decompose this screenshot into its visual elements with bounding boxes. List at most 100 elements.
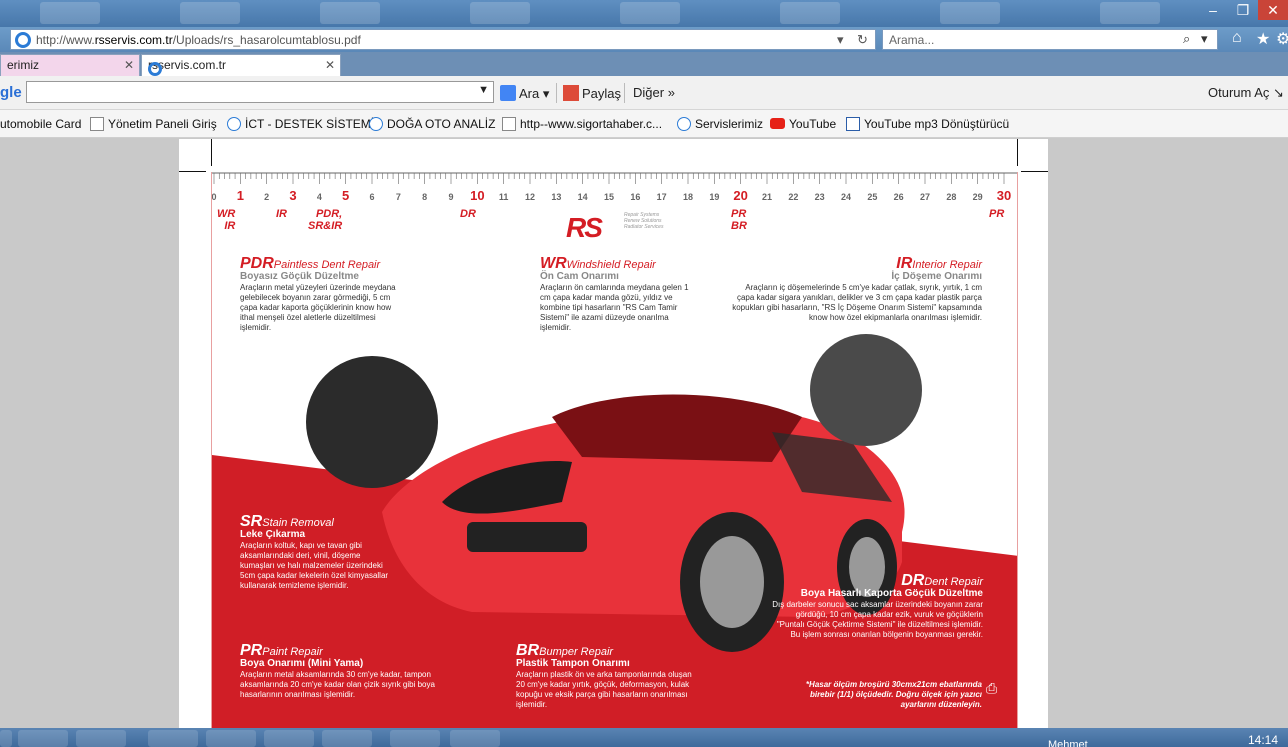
- ruler-label: 19: [709, 192, 720, 202]
- favorite-link[interactable]: YouTube mp3 Dönüştürücü: [846, 117, 1009, 131]
- favorite-link[interactable]: utomobile Card: [0, 117, 81, 131]
- service-dr: DRDent Repair Boya Hasarlı Kaporta Göçük…: [768, 573, 983, 640]
- favorite-link[interactable]: İCT - DESTEK SİSTEMİ: [227, 117, 374, 131]
- google-search-input[interactable]: ▼: [26, 81, 494, 103]
- service-description: Dış darbeler sonucu sac aksamlar üzerind…: [772, 600, 983, 639]
- crop-mark: [211, 139, 212, 166]
- marker-text: DR: [460, 208, 476, 220]
- refresh-icon[interactable]: ↻: [857, 32, 868, 48]
- sign-in-button[interactable]: Oturum Aç ↘: [1208, 85, 1284, 101]
- ruler-label: 17: [656, 192, 667, 202]
- marker-pr-br: PR BR: [731, 208, 747, 232]
- tab-label: erimiz: [7, 58, 39, 72]
- search-dropdown-icon[interactable]: ▾: [1201, 31, 1208, 47]
- ara-label: Ara: [519, 86, 540, 101]
- marker-text: PR BR: [731, 208, 747, 232]
- service-english: Interior Repair: [912, 259, 982, 271]
- ruler-label: 30: [996, 188, 1012, 203]
- tray-clock[interactable]: 14:14: [1248, 733, 1278, 747]
- favorite-label: YouTube: [789, 117, 837, 131]
- search-icon[interactable]: ⌕: [1183, 31, 1190, 47]
- service-description: Araçların koltuk, kapı ve tavan gibi aks…: [240, 541, 389, 590]
- favorites-star-icon[interactable]: ★: [1256, 29, 1270, 49]
- ruler-label: 23: [814, 192, 825, 202]
- diger-label: Diğer: [633, 85, 665, 100]
- service-turkish: Boyasız Göçük Düzeltme: [240, 271, 359, 282]
- tab-inactive[interactable]: erimiz ✕: [0, 54, 140, 76]
- ruler-label: 15: [603, 192, 615, 202]
- diger-button[interactable]: Diğer »: [633, 85, 675, 100]
- favorite-link[interactable]: Servislerimiz: [677, 117, 763, 131]
- word-taskbar-icon[interactable]: [264, 730, 314, 747]
- start-button[interactable]: [0, 730, 12, 747]
- service-description: Araçların plastik ön ve arka tamponların…: [516, 670, 692, 709]
- address-bar[interactable]: http://www.rsservis.com.tr/Uploads/rs_ha…: [10, 29, 876, 50]
- favorite-link[interactable]: DOĞA OTO ANALİZ: [369, 117, 495, 131]
- chrome-taskbar-icon[interactable]: [148, 730, 198, 747]
- ie-icon: [227, 117, 241, 131]
- favorite-link[interactable]: http--www.sigortahaber.c...: [502, 117, 662, 131]
- service-description: Araçların metal aksamlarında 30 cm'ye ka…: [240, 670, 435, 699]
- crop-mark: [1021, 171, 1048, 172]
- ruler-label: 1: [236, 188, 244, 203]
- ie-taskbar-icon[interactable]: [76, 730, 126, 747]
- address-url[interactable]: http://www.rsservis.com.tr/Uploads/rs_ha…: [36, 33, 361, 47]
- paylas-label: Paylaş: [582, 86, 622, 101]
- marker-pr: PR: [989, 208, 1004, 220]
- favorites-bar: utomobile Card Yönetim Paneli Giriş İCT …: [0, 110, 1288, 138]
- service-pr: PRPaint Repair Boya Onarımı (Mini Yama) …: [240, 643, 440, 700]
- favorite-link[interactable]: YouTube: [770, 117, 836, 131]
- desktop-icon-ghost: [40, 2, 100, 24]
- close-tab-icon[interactable]: ✕: [325, 58, 335, 72]
- page-icon: [502, 117, 516, 131]
- close-button[interactable]: ✕: [1258, 0, 1288, 20]
- ie-icon: [15, 32, 31, 48]
- search-box[interactable]: Arama... ⌕ ▾: [882, 29, 1218, 50]
- ie-favicon-icon: [148, 62, 162, 76]
- service-code: WR: [540, 255, 567, 272]
- url-prefix: http://www.: [36, 33, 95, 47]
- favorite-label: http--www.sigortahaber.c...: [520, 117, 663, 131]
- crop-mark: [1017, 139, 1018, 166]
- paylas-button[interactable]: Paylaş: [563, 85, 621, 101]
- ruler-label: 0: [211, 192, 217, 202]
- minimize-button[interactable]: –: [1198, 0, 1228, 20]
- ie-icon: [369, 117, 383, 131]
- pdf-viewport[interactable]: 0 1 2 3 4 5 6 7 8 9 10 11 12 13 14 15 16 17 18 19 20 21 22 23 24…: [0, 139, 1288, 728]
- dropdown-arrow-icon[interactable]: ▾: [837, 32, 844, 48]
- app-taskbar-icon[interactable]: [450, 730, 500, 747]
- youtube-icon: [770, 118, 785, 129]
- google-toolbar: gle ▼ Ara ▾ Paylaş Diğer » Oturum Aç ↘: [0, 76, 1288, 110]
- maximize-button[interactable]: ❐: [1228, 0, 1258, 20]
- ruler-label: 7: [395, 192, 401, 202]
- ruler-label: 21: [761, 192, 773, 202]
- media-taskbar-icon[interactable]: [206, 730, 256, 747]
- service-wr: WRWindshield Repair Ön Cam Onarımı Araçl…: [540, 256, 690, 333]
- tab-active[interactable]: rsservis.com.tr ✕: [141, 54, 341, 76]
- outlook-taskbar-icon[interactable]: [390, 730, 440, 747]
- service-code: PDR: [240, 255, 274, 272]
- desktop-icon-ghost: [180, 2, 240, 24]
- marker-pdr: PDR, SR&IR: [308, 208, 342, 232]
- chevron-down-icon[interactable]: ▼: [478, 84, 489, 96]
- ruler-label: 16: [630, 192, 641, 202]
- address-row: http://www.rsservis.com.tr/Uploads/rs_ha…: [0, 27, 1288, 52]
- favorite-label: utomobile Card: [0, 117, 82, 131]
- marker-wr-ir: WR IR: [217, 208, 235, 232]
- home-icon[interactable]: ⌂: [1232, 29, 1242, 47]
- desktop-icon-ghost: [470, 2, 530, 24]
- ruler-label: 14: [577, 192, 588, 202]
- ara-button[interactable]: Ara ▾: [500, 85, 549, 102]
- favorite-label: DOĞA OTO ANALİZ: [387, 117, 496, 131]
- favorite-link[interactable]: Yönetim Paneli Giriş: [90, 117, 217, 131]
- ie-icon: [677, 117, 691, 131]
- share-icon: [563, 85, 579, 101]
- settings-gear-icon[interactable]: ⚙: [1276, 29, 1288, 49]
- google-logo: gle: [0, 84, 22, 101]
- page-icon: [90, 117, 104, 131]
- marker-dr: DR: [460, 208, 476, 220]
- close-tab-icon[interactable]: ✕: [124, 58, 134, 72]
- explorer-taskbar-icon[interactable]: [18, 730, 68, 747]
- excel-taskbar-icon[interactable]: [322, 730, 372, 747]
- ruler-label: 3: [289, 188, 297, 203]
